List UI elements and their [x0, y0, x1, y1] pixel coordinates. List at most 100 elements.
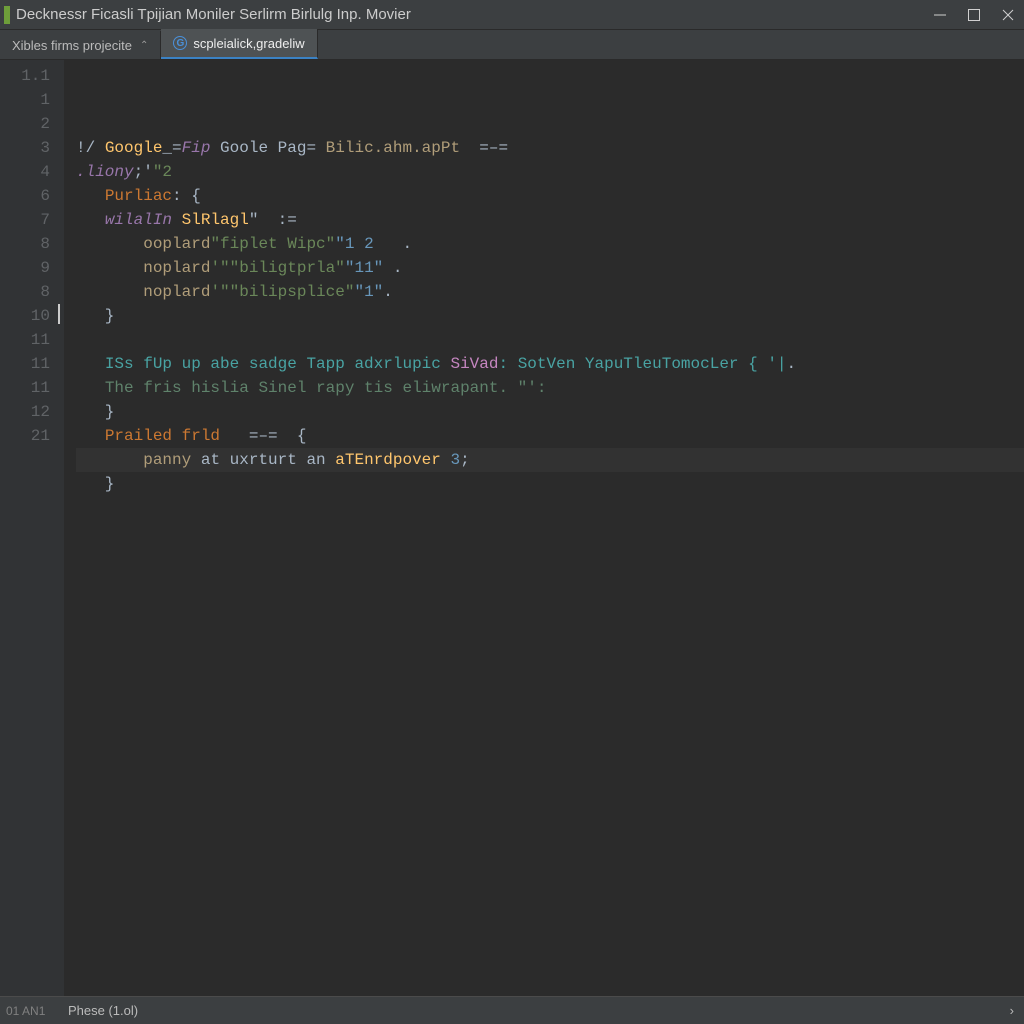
close-button[interactable] [1000, 7, 1016, 23]
line-number: 2 [0, 112, 50, 136]
code-line[interactable]: Purliac: { [76, 184, 1024, 208]
code-token: Purliac [105, 187, 172, 205]
line-number: 4 [0, 160, 50, 184]
code-token: ;' [134, 163, 153, 181]
line-number: 6 [0, 184, 50, 208]
code-token: } [76, 475, 114, 493]
window-controls [932, 7, 1016, 23]
code-token: : SotVen YapuTleuTomocLer { '| [498, 355, 786, 373]
line-number: 3 [0, 136, 50, 160]
code-line[interactable]: noplard'""biligtprla""11" . [76, 256, 1024, 280]
code-token: SlRlagl [172, 211, 249, 229]
code-token: } [76, 307, 114, 325]
line-number: 11 [0, 376, 50, 400]
code-token: '""bilipsplice" [210, 283, 354, 301]
code-line[interactable]: The fris hislia Sinel rapy tis eliwrapan… [76, 376, 1024, 400]
app-accent [4, 6, 10, 24]
code-line[interactable]: panny at uxrturt an aTEnrdpover 3; [76, 448, 1024, 472]
code-token: Goole Pag [210, 139, 306, 157]
status-left: 01 AN1 [6, 1004, 68, 1018]
code-line[interactable]: Prailed frld =–= { [76, 424, 1024, 448]
line-number: 1.1 [0, 64, 50, 88]
title-bar: Decknessr Ficasli Tpijian Moniler Serlir… [0, 0, 1024, 30]
code-line[interactable]: .liony;'"2 [76, 160, 1024, 184]
code-token [76, 259, 143, 277]
code-token: noplard [143, 283, 210, 301]
code-line[interactable]: noplard'""bilipsplice""1". [76, 280, 1024, 304]
line-number: 7 [0, 208, 50, 232]
gradle-icon: G [173, 36, 187, 50]
code-token: noplard [143, 259, 210, 277]
line-number: 11 [0, 328, 50, 352]
chevron-down-icon: ⌃ [140, 40, 148, 51]
code-token: . [374, 235, 412, 253]
code-token [76, 379, 105, 397]
code-token: "2 [153, 163, 172, 181]
line-number: 12 [0, 400, 50, 424]
tab-bar: Xibles firms projecite ⌃ G scpleialick,g… [0, 30, 1024, 60]
tab-label: scpleialick,gradeliw [193, 36, 304, 51]
code-token: =–= [460, 139, 508, 157]
code-token: Google [105, 139, 163, 157]
code-token: at uxrturt an [191, 451, 335, 469]
code-token: =–= { [220, 427, 306, 445]
status-go-icon[interactable]: › [1010, 1003, 1014, 1018]
code-token [76, 355, 105, 373]
code-line[interactable]: wilalIn SlRlagl" := [76, 208, 1024, 232]
line-number: 21 [0, 424, 50, 448]
code-token: . [383, 259, 402, 277]
code-token: = [306, 139, 316, 157]
code-line[interactable]: } [76, 400, 1024, 424]
code-token: . [383, 283, 393, 301]
code-token: Fip [182, 139, 211, 157]
code-line[interactable]: ISs fUp up abe sadge Tapp adxrlupic SiVa… [76, 352, 1024, 376]
code-token: "fiplet Wipc" [210, 235, 335, 253]
line-number: 8 [0, 280, 50, 304]
code-token: : { [172, 187, 201, 205]
code-token: panny [143, 451, 191, 469]
code-line[interactable] [76, 496, 1024, 520]
code-token: . [787, 355, 797, 373]
tab-gradle[interactable]: G scpleialick,gradeliw [161, 29, 317, 59]
code-token [76, 235, 143, 253]
line-number: 9 [0, 256, 50, 280]
code-line[interactable] [76, 328, 1024, 352]
code-token [76, 211, 105, 229]
maximize-button[interactable] [966, 7, 982, 23]
code-line[interactable]: ooplard"fiplet Wipc""1 2 . [76, 232, 1024, 256]
status-bar: 01 AN1 Phese (1.ol) › [0, 996, 1024, 1024]
code-token: ooplard [143, 235, 210, 253]
code-token: 3 [441, 451, 460, 469]
code-token: Prailed frld [105, 427, 220, 445]
tab-label: Xibles firms projecite [12, 38, 132, 53]
code-area[interactable]: !/ Google_=Fip Goole Pag= Bilic.ahm.apPt… [64, 60, 1024, 996]
line-number: 10 [0, 304, 50, 328]
status-mid[interactable]: Phese (1.ol) [68, 1003, 1010, 1018]
code-token: ISs fUp up abe sadge Tapp adxrlupic [105, 355, 451, 373]
code-token: '""biligtprla" [210, 259, 344, 277]
line-number: 11 [0, 352, 50, 376]
code-token: "1" [354, 283, 383, 301]
code-token: "11" [345, 259, 383, 277]
code-line[interactable]: } [76, 304, 1024, 328]
code-token: .liony [76, 163, 134, 181]
code-token: SiVad [450, 355, 498, 373]
code-token: wilalIn [105, 211, 172, 229]
editor[interactable]: 1.1123467898101111111221 !/ Google_=Fip … [0, 60, 1024, 996]
window-title: Decknessr Ficasli Tpijian Moniler Serlir… [16, 6, 932, 23]
minimize-button[interactable] [932, 7, 948, 23]
code-token: " := [249, 211, 297, 229]
code-token [76, 427, 105, 445]
code-token: ; [460, 451, 470, 469]
line-gutter: 1.1123467898101111111221 [0, 60, 64, 996]
code-token [76, 187, 105, 205]
code-token [76, 283, 143, 301]
code-line[interactable]: !/ Google_=Fip Goole Pag= Bilic.ahm.apPt… [76, 136, 1024, 160]
code-line[interactable]: } [76, 472, 1024, 496]
code-token: aTEnrdpover [335, 451, 441, 469]
code-token: !/ [76, 139, 105, 157]
line-number: 8 [0, 232, 50, 256]
tab-project[interactable]: Xibles firms projecite ⌃ [0, 31, 161, 59]
caret-indicator [58, 304, 60, 324]
code-token: _= [162, 139, 181, 157]
